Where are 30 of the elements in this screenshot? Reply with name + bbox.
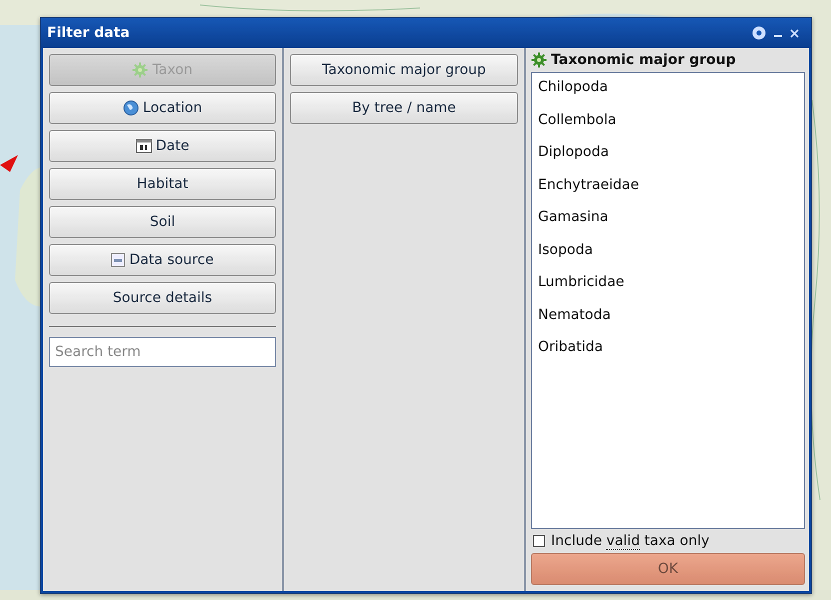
close-icon [790, 28, 799, 38]
panel-title: Taxonomic major group [551, 52, 736, 68]
list-item[interactable]: Chilopoda [538, 79, 798, 112]
list-item[interactable]: Nematoda [538, 306, 798, 339]
list-item[interactable]: Diplopoda [538, 144, 798, 176]
list-item[interactable]: Lumbricidae [538, 274, 798, 306]
list-item[interactable]: Gamasina [538, 209, 798, 242]
list-item[interactable]: Collembola [538, 112, 798, 144]
filter-button[interactable]: Habitat [49, 168, 276, 200]
subcategory-button[interactable]: By tree / name [290, 92, 518, 124]
search-field[interactable]: Search term [49, 337, 276, 367]
filter-button[interactable]: Data source [49, 244, 276, 276]
subcategory-button[interactable]: Taxonomic major group [290, 54, 518, 86]
filter-button[interactable]: Location [49, 92, 276, 124]
list-item[interactable]: Isopoda [538, 242, 798, 274]
gear-icon [531, 52, 547, 68]
filter-button[interactable]: Source details [49, 282, 276, 314]
list-item[interactable]: Enchytraeidae [538, 176, 798, 209]
filter-button[interactable]: Soil [49, 206, 276, 238]
globe-icon [122, 100, 139, 116]
checkbox[interactable] [533, 535, 545, 547]
gear-icon [132, 62, 148, 78]
filter-button[interactable]: Date [49, 130, 276, 162]
help-icon [752, 26, 766, 40]
checkbox-label: Include valid taxa only [551, 533, 710, 549]
pointer-arrow [0, 155, 18, 172]
window-title: Filter data [47, 25, 131, 41]
list-item[interactable]: Oribatida [538, 339, 798, 372]
calendar-icon [136, 139, 152, 153]
document-icon [111, 253, 126, 267]
